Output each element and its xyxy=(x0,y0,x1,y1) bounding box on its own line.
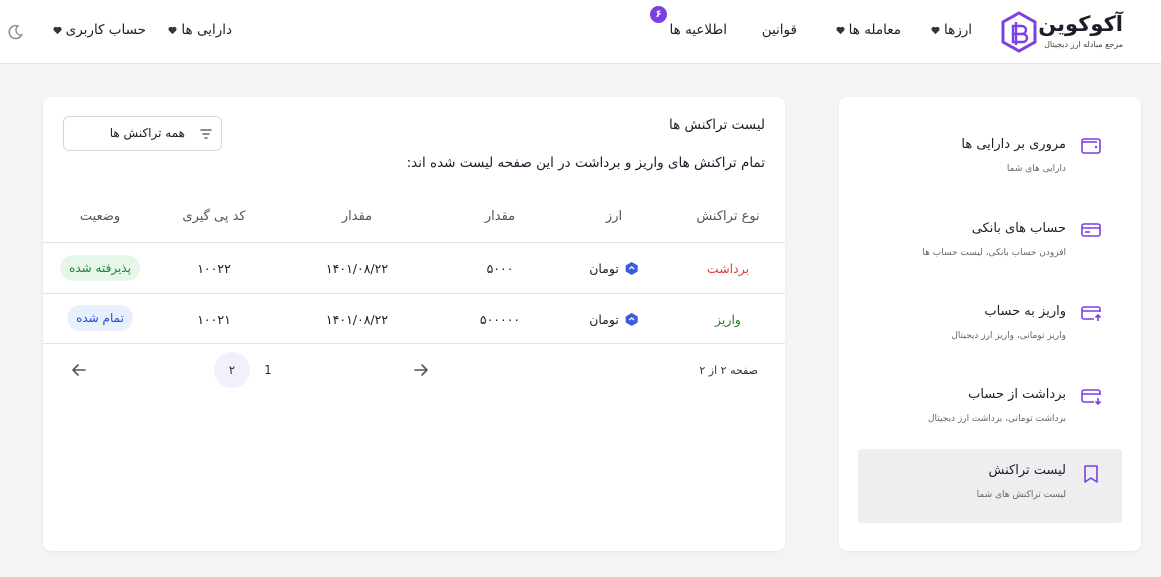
nav-account[interactable]: حساب کاربری xyxy=(53,22,146,38)
status-badge: پذیرفته شده xyxy=(60,255,140,281)
nav-account-label: حساب کاربری xyxy=(65,22,146,38)
toman-coin-icon xyxy=(625,313,638,326)
row-tracking-code: ۱۰۰۲۱ xyxy=(197,312,231,327)
brand-name: آکوکوین xyxy=(1038,12,1123,36)
nav-notifications[interactable]: اطلاعیه ها xyxy=(670,22,727,38)
arrow-right-icon[interactable] xyxy=(412,361,430,379)
page-title: لیست تراکنش ها xyxy=(669,117,765,133)
nav-rules[interactable]: قوانین xyxy=(762,22,797,38)
column-header-currency: ارز xyxy=(605,209,623,224)
sidebar-item-sub: واریز تومانی، واریز ارز دیجیتال xyxy=(951,331,1066,341)
pagination-summary: صفحه ۲ از ۲ xyxy=(699,364,758,377)
status-badge: تمام شده xyxy=(67,305,133,331)
row-tracking-code: ۱۰۰۲۲ xyxy=(197,261,231,276)
toman-coin-icon xyxy=(625,262,638,275)
column-header-type: نوع تراکنش xyxy=(696,209,760,224)
moon-icon[interactable] xyxy=(7,24,23,40)
sidebar-item-label: حساب های بانکی xyxy=(971,221,1066,236)
nav-rules-label: قوانین xyxy=(761,22,797,38)
card-deposit-icon xyxy=(1081,306,1102,321)
page-description: تمام تراکنش های واریز و برداشت در این صف… xyxy=(406,155,765,171)
row-type: برداشت xyxy=(706,261,750,276)
nav-assets-label: دارایی ها xyxy=(181,22,232,38)
column-header-tracking: کد پی گیری xyxy=(182,209,246,224)
heart-icon xyxy=(836,26,845,34)
sidebar-item-label: مروری بر دارایی ها xyxy=(961,137,1066,152)
page-button-current[interactable]: ۲ xyxy=(214,352,250,388)
transactions-card: لیست تراکنش ها تمام تراکنش های واریز و ب… xyxy=(43,97,785,551)
nav-trades[interactable]: معامله ها xyxy=(836,22,901,38)
column-header-status: وضعیت xyxy=(79,209,121,224)
nav-trades-label: معامله ها xyxy=(848,22,901,38)
card-withdraw-icon xyxy=(1081,389,1102,406)
table-divider xyxy=(43,293,785,294)
transaction-filter-select[interactable]: همه تراکنش ها xyxy=(63,116,222,151)
heart-icon xyxy=(168,26,177,34)
row-date: ۱۴۰۱/۰۸/۲۲ xyxy=(325,312,389,327)
sidebar-item-assets-overview[interactable]: مروری بر دارایی ها دارایی های شما xyxy=(858,123,1122,197)
row-date: ۱۴۰۱/۰۸/۲۲ xyxy=(325,261,389,276)
heart-icon xyxy=(931,26,940,34)
sidebar-item-label: واریز به حساب xyxy=(984,304,1066,319)
brand-tagline: مرجع مبادله ارز دیجیتال xyxy=(1044,40,1123,49)
page-button[interactable]: 1 xyxy=(250,352,286,388)
row-type: واریز xyxy=(715,312,741,327)
column-header-amount-2: مقدار xyxy=(341,209,373,224)
card-icon xyxy=(1081,223,1101,237)
nav-currencies-label: ارزها xyxy=(943,22,972,38)
row-currency: تومان xyxy=(589,261,639,279)
sidebar-item-deposit[interactable]: واریز به حساب واریز تومانی، واریز ارز دی… xyxy=(858,290,1122,364)
row-amount: ۵۰۰۰۰۰ xyxy=(479,312,521,327)
sidebar-item-sub: افزودن حساب بانکی، لیست حساب ها xyxy=(922,248,1066,258)
sidebar-item-label: لیست تراکنش xyxy=(988,463,1066,478)
table-divider xyxy=(43,242,785,243)
account-sidebar: مروری بر دارایی ها دارایی های شما حساب ه… xyxy=(839,97,1141,551)
arrow-left-icon[interactable] xyxy=(70,361,88,379)
sidebar-item-bank-accounts[interactable]: حساب های بانکی افزودن حساب بانکی، لیست ح… xyxy=(858,207,1122,281)
heart-icon xyxy=(53,26,62,34)
sidebar-item-sub: برداشت تومانی، برداشت ارز دیجیتال xyxy=(927,414,1066,424)
bookmark-icon xyxy=(1084,465,1098,483)
sidebar-item-transactions[interactable]: لیست تراکنش لیست تراکنش های شما xyxy=(858,449,1122,523)
wallet-icon xyxy=(1081,138,1101,154)
filter-selected-value: همه تراکنش ها xyxy=(109,126,185,140)
top-header: آکوکوین مرجع مبادله ارز دیجیتال ارزها مع… xyxy=(0,0,1161,64)
row-currency: تومان xyxy=(589,312,639,330)
row-currency-label: تومان xyxy=(589,312,619,327)
filter-icon xyxy=(200,129,212,139)
notifications-count-badge: ۶ xyxy=(650,6,667,23)
nav-notifications-label: اطلاعیه ها xyxy=(669,22,727,38)
brand-logo-icon xyxy=(1001,11,1037,53)
sidebar-item-label: برداشت از حساب xyxy=(968,387,1066,402)
row-amount: ۵۰۰۰ xyxy=(486,261,514,276)
sidebar-item-sub: لیست تراکنش های شما xyxy=(976,490,1066,500)
row-currency-label: تومان xyxy=(589,261,619,276)
brand-logo[interactable]: آکوکوین مرجع مبادله ارز دیجیتال xyxy=(998,10,1123,56)
table-divider xyxy=(43,343,785,344)
nav-assets[interactable]: دارایی ها xyxy=(168,22,232,38)
nav-currencies[interactable]: ارزها xyxy=(931,22,972,38)
sidebar-item-withdraw[interactable]: برداشت از حساب برداشت تومانی، برداشت ارز… xyxy=(858,373,1122,447)
sidebar-item-sub: دارایی های شما xyxy=(1006,164,1066,174)
column-header-amount: مقدار xyxy=(484,209,516,224)
